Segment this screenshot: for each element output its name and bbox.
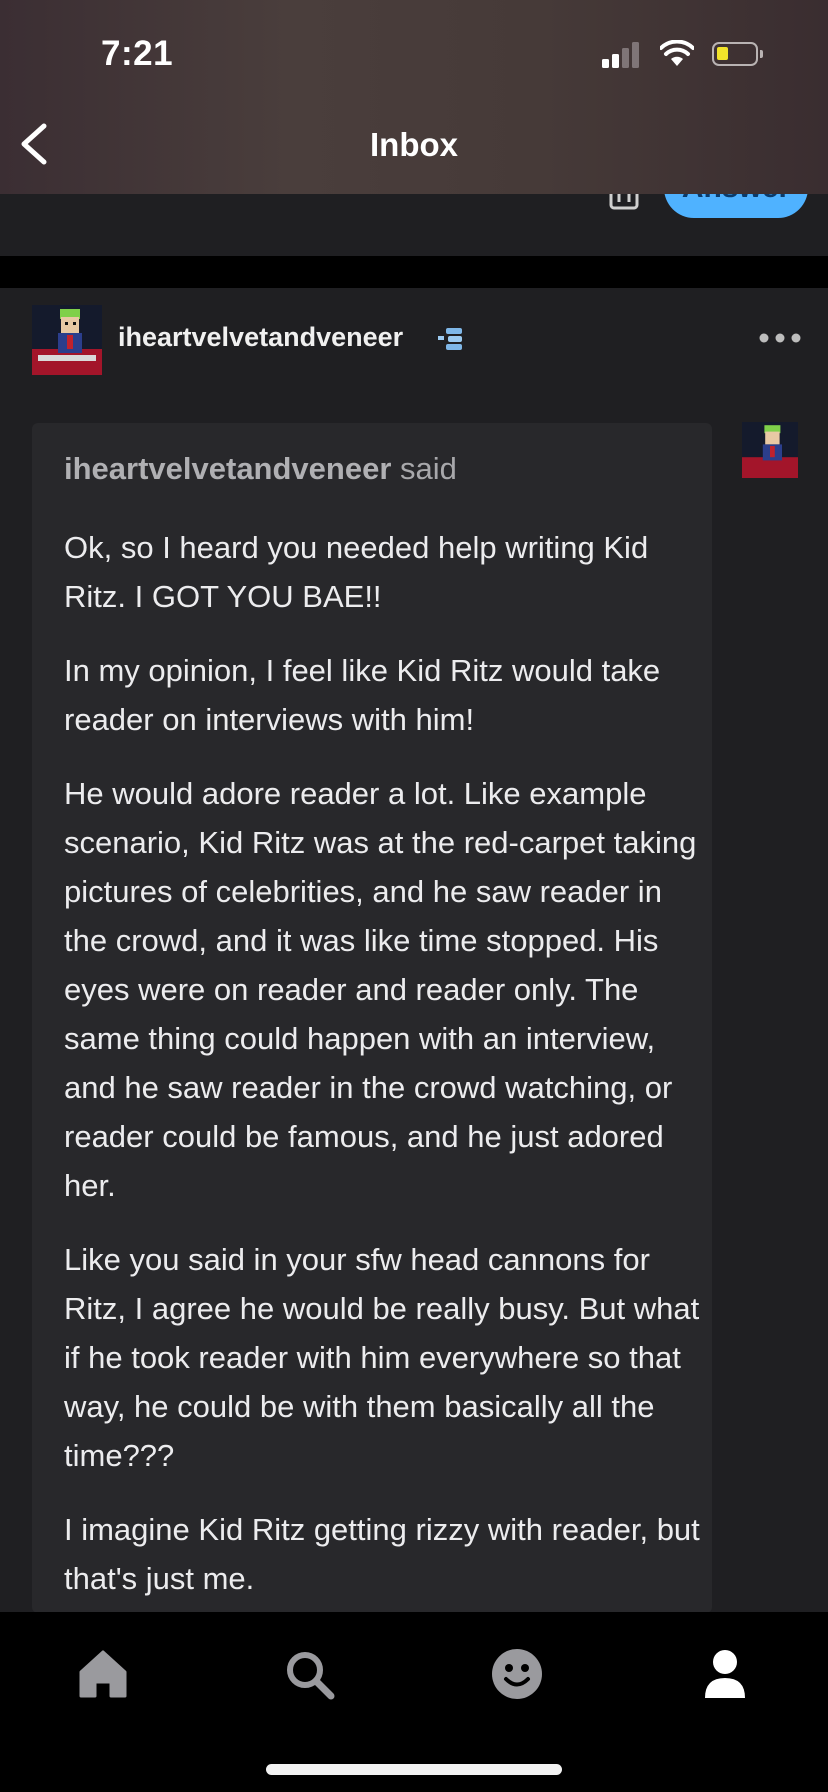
ask-paragraph: Ok, so I heard you needed help writing K… [64, 530, 649, 614]
trash-icon[interactable] [606, 194, 642, 212]
search-icon[interactable] [281, 1646, 337, 1702]
page-title: Inbox [370, 126, 458, 163]
ask-paragraph: Like you said in your sfw head cannons f… [64, 1242, 700, 1473]
asker-avatar[interactable] [742, 422, 798, 478]
status-time: 7:21 [101, 34, 174, 73]
account-icon[interactable] [697, 1646, 753, 1702]
avatar[interactable] [32, 305, 102, 375]
previous-post-footer: Answer [0, 194, 828, 256]
post-separator [0, 256, 828, 288]
more-options-icon[interactable] [758, 332, 802, 344]
ask-header: iheartvelvetandveneer said [64, 451, 457, 487]
top-bar: 7:21 Inbox [0, 0, 828, 194]
said-label: said [391, 451, 457, 486]
bottom-tab-bar [0, 1612, 828, 1792]
ask-paragraph: He would adore reader a lot. Like exampl… [64, 776, 697, 1203]
ask-paragraph: I imagine Kid Ritz getting rizzy with re… [64, 1512, 700, 1596]
ask-body: Ok, so I heard you needed help writing K… [64, 523, 704, 1613]
post-username[interactable]: iheartvelvetandveneer [118, 322, 403, 353]
inbox-post: iheartvelvetandveneer iheartvelvetandven… [0, 288, 828, 1613]
ask-message: iheartvelvetandveneer said Ok, so I hear… [32, 423, 712, 1613]
asker-name[interactable]: iheartvelvetandveneer [64, 451, 391, 486]
home-indicator [266, 1764, 562, 1775]
home-icon[interactable] [75, 1646, 131, 1702]
battery-icon [712, 42, 763, 66]
wifi-icon [660, 40, 694, 66]
answer-button[interactable]: Answer [664, 194, 808, 218]
cellular-signal-icon [602, 42, 646, 68]
ask-paragraph: In my opinion, I feel like Kid Ritz woul… [64, 653, 661, 737]
badge-icon [438, 328, 462, 350]
activity-icon[interactable] [489, 1646, 545, 1702]
